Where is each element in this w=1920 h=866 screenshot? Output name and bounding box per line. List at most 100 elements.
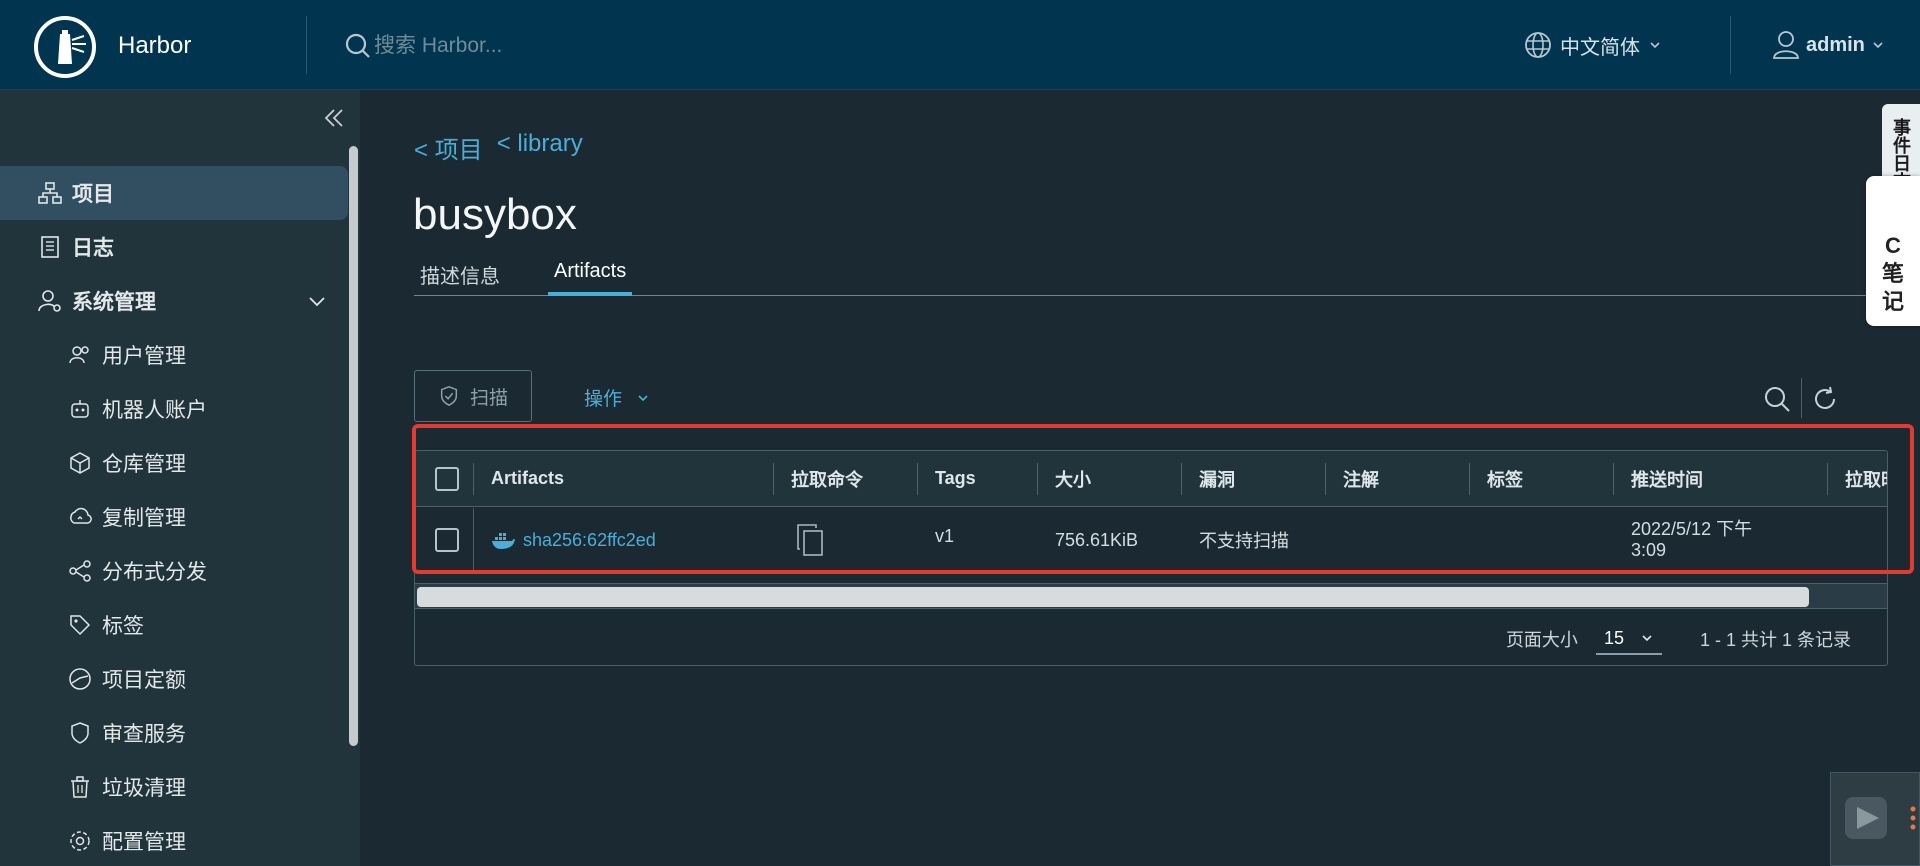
sidebar-item-label: 分布式分发 (102, 561, 207, 584)
shield-icon (71, 722, 89, 744)
breadcrumb: < 项目 < library (414, 130, 583, 165)
sidebar-item-projects[interactable]: 项目 (0, 166, 348, 220)
chevron-down-icon (1642, 635, 1652, 642)
actions-label: 操作 (584, 389, 623, 410)
sidebar: 项目 日志 系统管理 用户管理 机器人账户 仓库管理 复制管理 分布式分发 标签… (0, 90, 360, 866)
sidebar-item-label: 审查服务 (102, 723, 186, 746)
header-divider (306, 16, 307, 74)
chevron-down-icon (1650, 42, 1660, 49)
sidebar-item-label: 用户管理 (102, 345, 186, 368)
column-header-artifacts[interactable]: Artifacts (473, 451, 773, 506)
tab-artifacts[interactable]: Artifacts (548, 256, 633, 296)
sidebar-item-registries[interactable]: 仓库管理 (0, 436, 348, 490)
scan-button-label: 扫描 (469, 387, 508, 409)
video-widget[interactable] (1830, 772, 1920, 866)
search-icon[interactable] (344, 32, 372, 60)
sidebar-item-distributions[interactable]: 分布式分发 (0, 544, 348, 598)
page-size-select[interactable]: 15 (1595, 624, 1662, 655)
tab-bar: 描述信息 Artifacts (414, 256, 1920, 296)
cell-annotations (1343, 508, 1469, 572)
row-select-cell (435, 508, 459, 572)
play-icon (1845, 797, 1916, 839)
harbor-logo[interactable] (34, 16, 96, 78)
artifacts-table: Artifacts 拉取命令 Tags 大小 漏洞 注解 标签 推送时间 拉取时… (414, 450, 1888, 666)
sidebar-item-label: 项目 (72, 183, 114, 206)
column-header-tags[interactable]: Tags (917, 451, 1037, 506)
registry-icon (70, 452, 90, 474)
gear-icon (70, 831, 90, 851)
collapse-sidebar-icon[interactable] (320, 104, 348, 132)
search-icon[interactable] (1762, 384, 1792, 414)
column-header-size[interactable]: 大小 (1037, 451, 1181, 506)
sidebar-item-labels[interactable]: 标签 (0, 598, 348, 652)
replication-icon (70, 507, 92, 524)
column-header-annotations[interactable]: 注解 (1325, 451, 1469, 506)
pagination-summary: 1 - 1 共计 1 条记录 (1699, 630, 1851, 650)
horizontal-scrollbar[interactable] (415, 583, 1887, 609)
sidebar-scrollbar[interactable] (349, 146, 358, 746)
sidebar-item-replications[interactable]: 复制管理 (0, 490, 348, 544)
cell-tags: v1 (935, 526, 955, 546)
tab-info[interactable]: 描述信息 (414, 256, 506, 296)
copy-icon[interactable] (795, 523, 825, 557)
chevron-down-icon[interactable] (306, 290, 328, 312)
sidebar-item-configuration[interactable]: 配置管理 (0, 814, 348, 866)
robot-icon (71, 400, 89, 418)
sidebar-item-quotas[interactable]: 项目定额 (0, 652, 348, 706)
table-row[interactable]: sha256:62ffc2ed v1 756.61KiB 不支持扫描 2022/… (415, 508, 1887, 572)
scan-button[interactable]: 扫描 (414, 370, 532, 422)
search-input[interactable] (374, 28, 774, 64)
user-menu[interactable]: admin (1772, 28, 1885, 62)
page-size-value: 15 (1603, 627, 1624, 648)
language-label: 中文简体 (1560, 36, 1640, 59)
breadcrumb-projects-link[interactable]: < 项目 (414, 130, 483, 165)
push-time-clock: 3:09 (1631, 540, 1667, 560)
language-selector[interactable]: 中文简体 (1524, 28, 1662, 62)
sidebar-item-label: 复制管理 (102, 507, 186, 530)
select-all-checkbox[interactable] (435, 466, 459, 491)
cell-artifact: sha256:62ffc2ed (491, 508, 771, 572)
scrollbar-thumb[interactable] (417, 587, 1809, 607)
table-footer: 页面大小 15 1 - 1 共计 1 条记录 (415, 611, 1887, 665)
docker-icon (492, 533, 515, 549)
username: admin (1806, 33, 1865, 56)
sidebar-item-label: 仓库管理 (102, 453, 186, 476)
cell-vulnerabilities: 不支持扫描 (1199, 531, 1289, 551)
chevron-down-icon (1873, 42, 1883, 49)
column-header-labels[interactable]: 标签 (1469, 451, 1613, 506)
shield-check-icon (440, 386, 458, 406)
chevron-down-icon (638, 394, 648, 401)
column-header-push-time[interactable]: 推送时间 (1613, 451, 1827, 506)
row-checkbox[interactable] (435, 528, 459, 552)
sidebar-item-admin[interactable]: 系统管理 (0, 274, 348, 328)
refresh-icon[interactable] (1810, 384, 1840, 414)
sidebar-item-gc[interactable]: 垃圾清理 (0, 760, 348, 814)
cell-labels (1487, 508, 1613, 572)
sidebar-item-users[interactable]: 用户管理 (0, 328, 348, 382)
column-header-pull-time[interactable]: 拉取时 (1827, 451, 1887, 506)
column-header-pull-command[interactable]: 拉取命令 (773, 451, 917, 506)
sidebar-item-label: 项目定额 (102, 669, 186, 692)
quota-icon (69, 668, 91, 690)
sidebar-item-interrogation[interactable]: 审查服务 (0, 706, 348, 760)
sidebar-item-logs[interactable]: 日志 (0, 220, 348, 274)
admin-icon (38, 290, 61, 312)
cell-push-time: 2022/5/12 下午 3:09 (1631, 508, 1827, 572)
cell-divider (473, 508, 474, 572)
header-divider (1730, 16, 1731, 74)
page-size-label: 页面大小 (1505, 630, 1578, 650)
sidebar-item-label: 垃圾清理 (102, 777, 186, 800)
sidebar-item-label: 系统管理 (72, 291, 156, 314)
log-icon (41, 236, 59, 258)
toolbar-divider (1801, 378, 1802, 418)
actions-dropdown[interactable]: 操作 (584, 384, 650, 411)
column-header-vulnerabilities[interactable]: 漏洞 (1181, 451, 1325, 506)
sidebar-item-label: 标签 (102, 615, 144, 638)
sidebar-item-robot-accounts[interactable]: 机器人账户 (0, 382, 348, 436)
breadcrumb-library-link[interactable]: < library (497, 130, 583, 165)
users-icon (69, 346, 89, 364)
select-all-cell (435, 451, 459, 506)
app-title[interactable]: Harbor (118, 32, 191, 60)
page-title: busybox (413, 190, 577, 239)
artifact-digest-link[interactable]: sha256:62ffc2ed (523, 530, 656, 551)
